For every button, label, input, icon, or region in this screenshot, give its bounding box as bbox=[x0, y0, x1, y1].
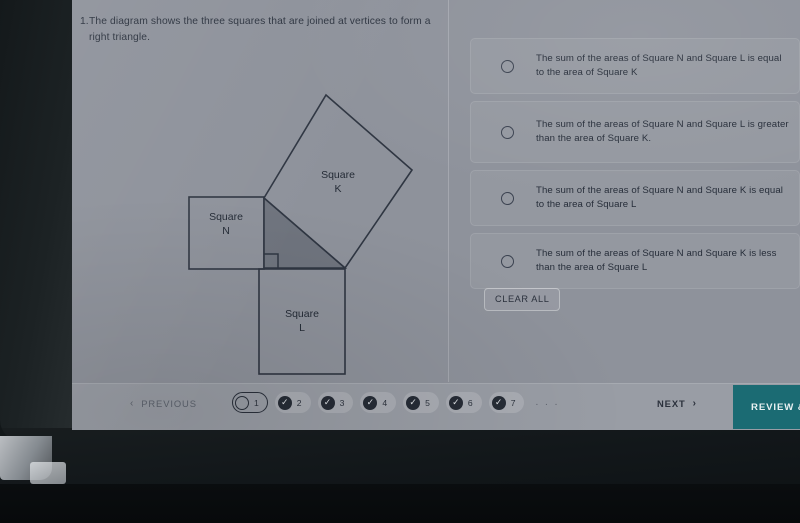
square-l-label: Square bbox=[285, 308, 319, 320]
screenshot-root: 1. The diagram shows the three squares t… bbox=[0, 0, 800, 523]
question-text: The diagram shows the three squares that… bbox=[89, 16, 431, 43]
check-icon-5: ✓ bbox=[406, 395, 421, 410]
pager-item-4-number: 4 bbox=[382, 397, 388, 408]
laptop-hinge-foot-secondary bbox=[30, 462, 66, 484]
pager-item-3-number: 3 bbox=[339, 397, 345, 408]
answer-option-a[interactable]: The sum of the areas of Square N and Squ… bbox=[470, 38, 800, 94]
pane-divider bbox=[448, 0, 449, 382]
answer-options-list: The sum of the areas of Square N and Squ… bbox=[470, 38, 800, 296]
pager-item-7-number: 7 bbox=[510, 397, 516, 408]
laptop-deck bbox=[0, 484, 800, 523]
radio-icon-a[interactable] bbox=[501, 59, 514, 73]
answer-option-c[interactable]: The sum of the areas of Square N and Squ… bbox=[470, 170, 800, 226]
check-icon-6: ✓ bbox=[448, 395, 463, 410]
chevron-right-icon: › bbox=[692, 397, 697, 409]
pager-item-5[interactable]: ✓ 5 bbox=[403, 392, 439, 413]
question-pager: 1 ✓ 2 ✓ 3 ✓ 4 ✓ 5 ✓ 6 ✓ 7 . . . bbox=[232, 392, 563, 413]
answer-option-c-label: The sum of the areas of Square N and Squ… bbox=[536, 185, 783, 210]
pager-item-6[interactable]: ✓ 6 bbox=[445, 392, 482, 413]
pager-item-5-number: 5 bbox=[425, 397, 430, 408]
right-triangle-shape bbox=[263, 196, 348, 269]
laptop-screen: 1. The diagram shows the three squares t… bbox=[72, 0, 800, 430]
next-button-label: NEXT bbox=[657, 398, 686, 409]
diagram-svg: Square N Square K Square L bbox=[188, 93, 414, 375]
pager-current-icon bbox=[235, 395, 249, 410]
question-number: 1. bbox=[80, 16, 89, 27]
pager-item-1-number: 1 bbox=[254, 397, 259, 408]
geometry-diagram: Square N Square K Square L bbox=[80, 68, 448, 380]
pager-item-7[interactable]: ✓ 7 bbox=[488, 392, 525, 413]
answer-option-b-label: The sum of the areas of Square N and Squ… bbox=[536, 119, 789, 144]
square-n-label-letter: N bbox=[222, 225, 230, 237]
square-l-label-letter: L bbox=[299, 322, 305, 334]
pager-item-2[interactable]: ✓ 2 bbox=[274, 392, 311, 413]
pager-ellipsis: . . . bbox=[535, 397, 560, 408]
pager-item-2-number: 2 bbox=[296, 397, 302, 408]
answer-option-d[interactable]: The sum of the areas of Square N and Squ… bbox=[470, 233, 800, 289]
question-pane: 1. The diagram shows the three squares t… bbox=[80, 8, 448, 380]
laptop-bezel-left bbox=[0, 0, 72, 430]
previous-button-label: PREVIOUS bbox=[141, 398, 197, 409]
previous-button[interactable]: ‹ PREVIOUS bbox=[130, 398, 197, 409]
pager-item-3[interactable]: ✓ 3 bbox=[317, 392, 354, 413]
clear-all-button[interactable]: CLEAR ALL bbox=[484, 288, 561, 311]
next-button[interactable]: NEXT › bbox=[657, 398, 697, 409]
check-icon-3: ✓ bbox=[320, 395, 335, 410]
quiz-footer: ‹ PREVIOUS 1 ✓ 2 ✓ 3 ✓ 4 ✓ 5 ✓ 6 ✓ 7 . .… bbox=[72, 384, 800, 430]
check-icon-4: ✓ bbox=[363, 395, 378, 410]
chevron-left-icon: ‹ bbox=[130, 397, 135, 409]
check-icon-7: ✓ bbox=[491, 395, 506, 410]
square-n-label: Square bbox=[209, 211, 243, 223]
quiz-page: 1. The diagram shows the three squares t… bbox=[72, 0, 800, 430]
pager-item-6-number: 6 bbox=[467, 397, 473, 408]
square-k-label: Square bbox=[321, 169, 355, 181]
answer-option-a-label: The sum of the areas of Square N and Squ… bbox=[536, 53, 782, 78]
radio-icon-c[interactable] bbox=[501, 191, 514, 205]
radio-icon-b[interactable] bbox=[501, 125, 514, 139]
pager-item-1[interactable]: 1 bbox=[232, 392, 268, 413]
radio-icon-d[interactable] bbox=[501, 254, 514, 268]
answer-option-b[interactable]: The sum of the areas of Square N and Squ… bbox=[470, 101, 800, 163]
check-icon-2: ✓ bbox=[277, 395, 292, 410]
answer-option-d-label: The sum of the areas of Square N and Squ… bbox=[536, 248, 777, 273]
pager-item-4[interactable]: ✓ 4 bbox=[360, 392, 397, 413]
review-and-submit-button[interactable]: REVIEW & SUBMIT bbox=[733, 385, 800, 429]
square-k-label-letter: K bbox=[334, 183, 341, 195]
